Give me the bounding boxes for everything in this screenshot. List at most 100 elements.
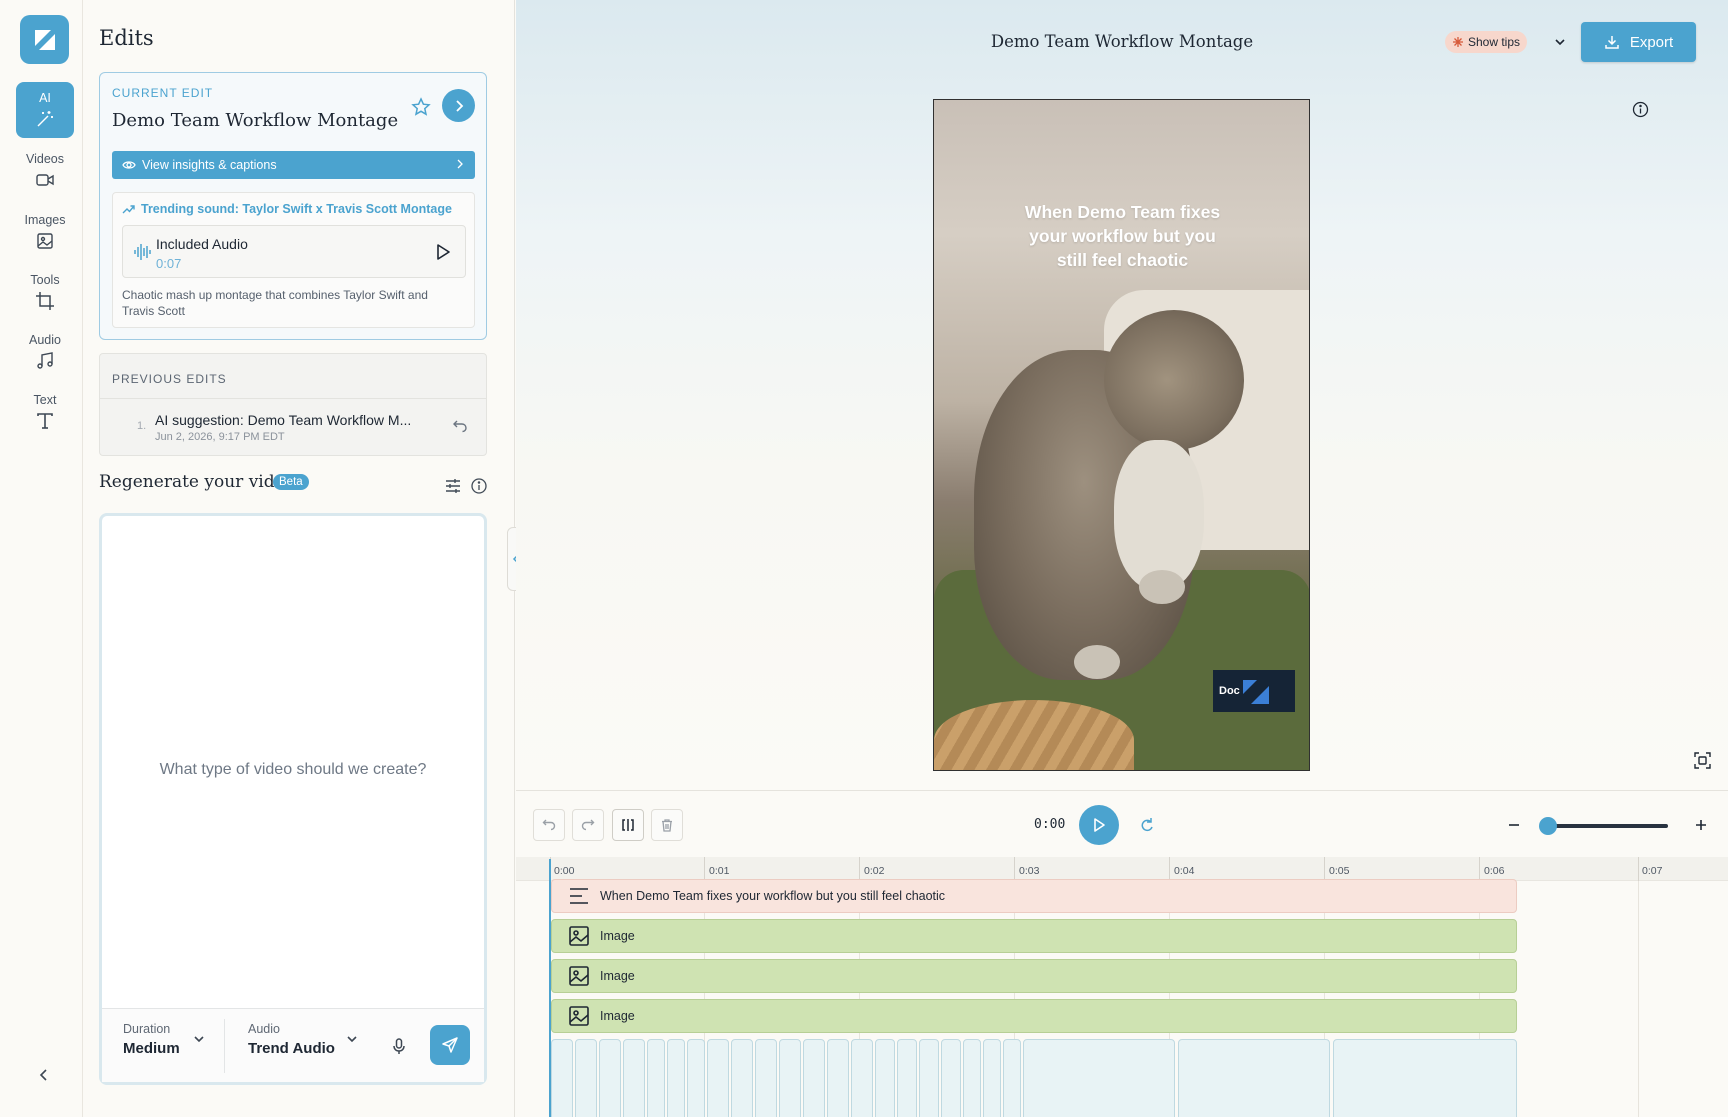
undo-icon[interactable] <box>452 418 468 434</box>
video-clip[interactable] <box>687 1039 705 1117</box>
image-icon <box>569 1006 589 1026</box>
trending-up-icon <box>122 205 135 214</box>
zoom-slider[interactable] <box>1545 824 1668 828</box>
previous-edit-title[interactable]: AI suggestion: Demo Team Workflow M... <box>155 412 427 428</box>
watermark-text: Doc <box>1219 685 1240 697</box>
video-clip[interactable] <box>707 1039 729 1117</box>
rail-item-videos[interactable]: Videos <box>16 143 74 199</box>
info-icon[interactable] <box>470 477 488 495</box>
video-caption[interactable]: When Demo Team fixes your workflow but y… <box>1024 200 1221 272</box>
redo-button[interactable] <box>572 809 604 841</box>
export-button[interactable]: Export <box>1581 22 1696 62</box>
tick-label: 0:00 <box>554 865 575 877</box>
rail-item-audio[interactable]: Audio <box>16 324 74 380</box>
image-track[interactable]: Image <box>551 999 1517 1033</box>
tick-mark <box>1638 857 1639 881</box>
rail-item-ai[interactable]: AI <box>16 82 74 138</box>
video-clip[interactable] <box>575 1039 597 1117</box>
video-clip[interactable] <box>983 1039 1001 1117</box>
microphone-icon[interactable] <box>390 1037 408 1055</box>
image-icon <box>569 966 589 986</box>
edits-panel: Edits CURRENT EDIT Demo Team Workflow Mo… <box>83 0 515 1117</box>
rail-item-label: AI <box>39 91 51 105</box>
video-clip[interactable] <box>599 1039 621 1117</box>
zoom-in-icon[interactable] <box>1693 817 1709 833</box>
tick-mark <box>1169 857 1170 881</box>
video-clip[interactable] <box>551 1039 573 1117</box>
video-clip[interactable] <box>1178 1039 1330 1117</box>
video-icon <box>36 174 54 186</box>
rail-item-label: Tools <box>30 273 60 287</box>
video-clip[interactable] <box>623 1039 645 1117</box>
info-icon[interactable] <box>1632 101 1649 118</box>
fullscreen-icon[interactable] <box>1694 752 1711 769</box>
video-clip[interactable] <box>779 1039 801 1117</box>
image-track[interactable]: Image <box>551 959 1517 993</box>
video-clip[interactable] <box>875 1039 895 1117</box>
current-edit-title: Demo Team Workflow Montage <box>112 110 399 131</box>
rail-item-images[interactable]: Images <box>16 204 74 260</box>
rail-item-text[interactable]: Text <box>16 384 74 440</box>
video-clip[interactable] <box>1003 1039 1021 1117</box>
collapse-rail-button[interactable] <box>34 1065 54 1085</box>
video-frame-subject <box>1074 645 1120 679</box>
video-clip[interactable] <box>919 1039 939 1117</box>
prompt-box[interactable]: What type of video should we create? Dur… <box>99 513 487 1085</box>
video-clip[interactable] <box>647 1039 665 1117</box>
previous-edits-card: PREVIOUS EDITS 1. AI suggestion: Demo Te… <box>99 353 487 456</box>
current-time: 0:00 <box>1034 817 1066 832</box>
rail-item-tools[interactable]: Tools <box>16 264 74 320</box>
app-logo[interactable] <box>20 15 69 64</box>
delete-button[interactable] <box>651 809 683 841</box>
sliders-icon[interactable] <box>444 477 462 495</box>
playhead[interactable] <box>549 859 551 1117</box>
video-frame-background <box>934 700 1134 770</box>
trending-sound-label: Trending sound: Taylor Swift x Travis Sc… <box>122 202 452 216</box>
image-track[interactable]: Image <box>551 919 1517 953</box>
music-icon <box>37 352 53 369</box>
send-button[interactable] <box>430 1025 470 1065</box>
chevron-right-icon <box>457 159 463 169</box>
video-clip[interactable] <box>755 1039 777 1117</box>
video-clip[interactable] <box>941 1039 961 1117</box>
tick-label: 0:06 <box>1484 865 1505 877</box>
audio-card[interactable]: Included Audio 0:07 <box>122 225 466 278</box>
zoom-out-icon[interactable] <box>1506 817 1522 833</box>
video-clip[interactable] <box>667 1039 685 1117</box>
zoom-slider-handle[interactable] <box>1539 817 1557 835</box>
view-insights-button[interactable]: View insights & captions <box>112 151 475 179</box>
show-tips-button[interactable]: Show tips <box>1445 31 1528 53</box>
prompt-input[interactable]: What type of video should we create? <box>102 761 484 779</box>
tick-label: 0:04 <box>1174 865 1195 877</box>
trending-sound-description: Chaotic mash up montage that combines Ta… <box>122 288 428 318</box>
panel-title: Edits <box>99 26 154 50</box>
video-clip[interactable] <box>827 1039 849 1117</box>
play-audio-icon[interactable] <box>434 243 452 261</box>
video-clip[interactable] <box>897 1039 917 1117</box>
split-button[interactable] <box>612 809 644 841</box>
undo-icon <box>542 819 556 831</box>
duration-select[interactable]: Duration Medium <box>123 1022 218 1057</box>
play-button[interactable] <box>1079 805 1119 845</box>
video-clip[interactable] <box>851 1039 873 1117</box>
video-clip[interactable] <box>1333 1039 1517 1117</box>
chevron-left-icon <box>39 1069 47 1081</box>
rail-item-label: Videos <box>26 152 64 166</box>
image-icon <box>569 926 589 946</box>
open-edit-button[interactable] <box>442 89 475 122</box>
video-clip[interactable] <box>963 1039 981 1117</box>
beta-badge: Beta <box>273 474 309 490</box>
tick-mark <box>1479 857 1480 881</box>
text-track[interactable]: When Demo Team fixes your workflow but y… <box>551 879 1517 913</box>
video-clip[interactable] <box>803 1039 825 1117</box>
chevron-down-icon[interactable] <box>1552 34 1568 50</box>
loop-icon[interactable] <box>1137 816 1155 834</box>
star-icon[interactable] <box>411 97 431 117</box>
audio-select[interactable]: Audio Trend Audio <box>248 1022 373 1057</box>
undo-button[interactable] <box>533 809 565 841</box>
video-clip[interactable] <box>1023 1039 1175 1117</box>
audio-duration: 0:07 <box>156 256 182 271</box>
time-ruler[interactable]: 0:00 0:01 0:02 0:03 0:04 0:05 0:06 0:07 <box>516 857 1728 881</box>
video-clip[interactable] <box>731 1039 753 1117</box>
video-preview[interactable]: When Demo Team fixes your workflow but y… <box>933 99 1310 771</box>
